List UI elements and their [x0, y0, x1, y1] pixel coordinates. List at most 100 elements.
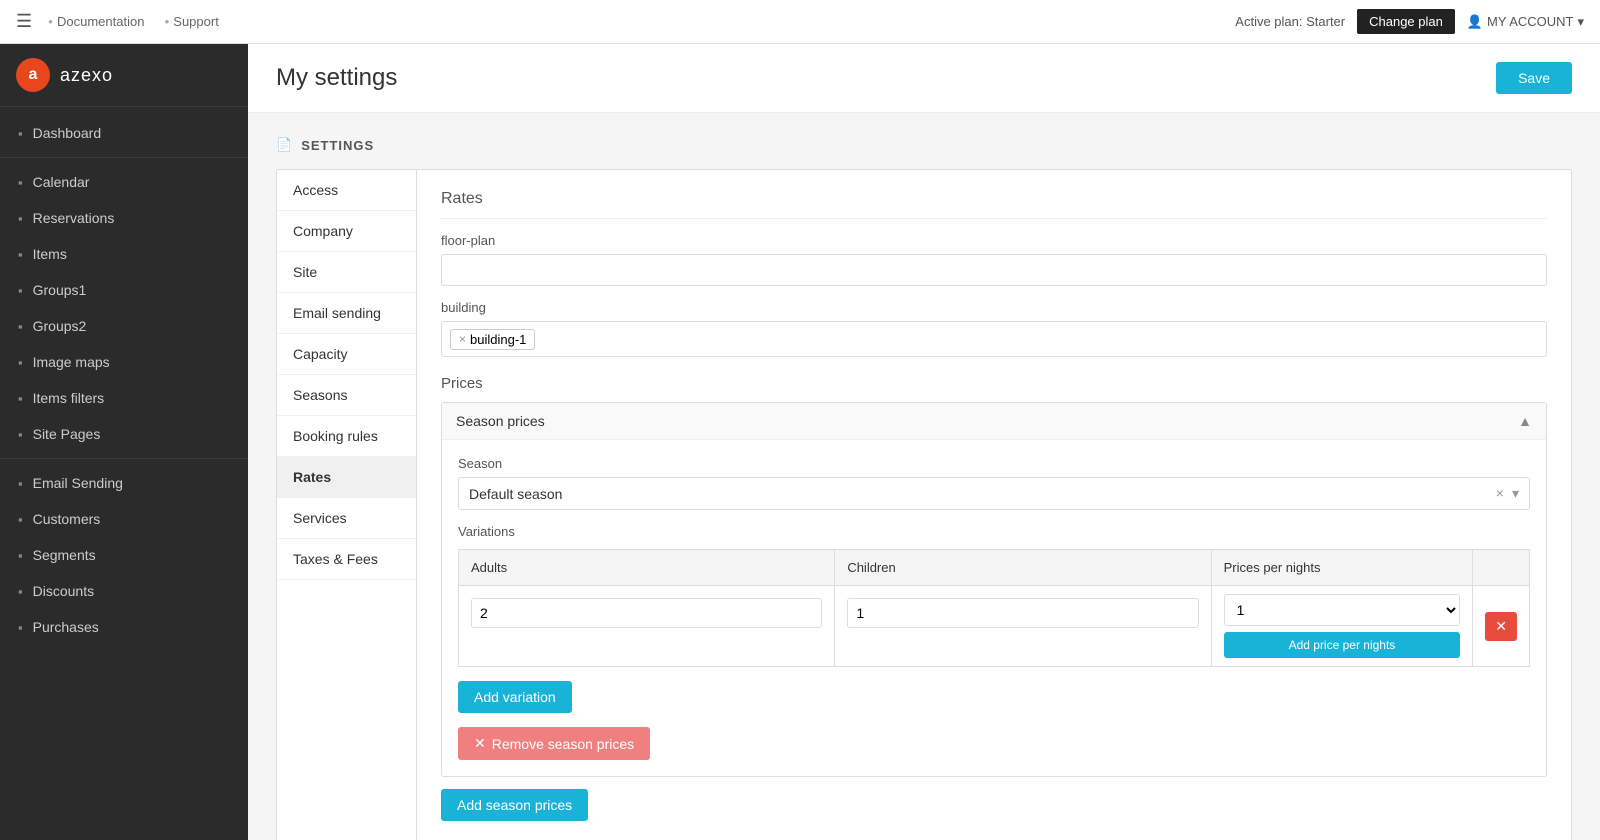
sidebar-item-segments[interactable]: ▪ Segments — [0, 537, 248, 573]
season-select-text: Default season — [469, 486, 562, 502]
season-select-controls: × ▾ — [1496, 485, 1519, 502]
sidebar-item-label: Items — [33, 246, 67, 262]
sidebar-item-label: Reservations — [33, 210, 115, 226]
accordion-body: Season Default season × ▾ — [442, 439, 1546, 776]
change-plan-button[interactable]: Change plan — [1357, 9, 1455, 34]
building-tag: × building-1 — [450, 329, 535, 350]
children-cell — [835, 586, 1211, 667]
dashboard-icon: ▪ — [18, 126, 23, 141]
col-actions — [1473, 550, 1530, 586]
x-icon: ✕ — [474, 735, 486, 752]
tag-remove-icon[interactable]: × — [459, 332, 466, 346]
settings-card: Access Company Site Email sending Capaci… — [276, 169, 1572, 840]
sidebar-item-label: Customers — [33, 511, 101, 527]
adults-cell — [459, 586, 835, 667]
delete-variation-button[interactable]: ✕ — [1485, 612, 1517, 641]
page-header: My settings Save — [248, 44, 1600, 113]
add-season-prices-button[interactable]: Add season prices — [441, 789, 588, 821]
chevron-down-icon: ▾ — [1577, 14, 1584, 30]
logo-icon: a — [16, 58, 50, 92]
sidebar-item-label: Dashboard — [33, 125, 102, 141]
account-label: MY ACCOUNT — [1487, 14, 1573, 29]
groups2-icon: ▪ — [18, 319, 23, 334]
menu-item-company[interactable]: Company — [277, 211, 416, 252]
sidebar-item-label: Email Sending — [33, 475, 123, 491]
menu-item-services[interactable]: Services — [277, 498, 416, 539]
col-prices-per-nights: Prices per nights — [1211, 550, 1473, 586]
sidebar-item-label: Discounts — [33, 583, 94, 599]
remove-season-row: ✕ Remove season prices — [458, 727, 1530, 760]
price-dropdown[interactable]: 1 2 3 — [1224, 594, 1461, 626]
sidebar-item-label: Groups1 — [33, 282, 87, 298]
documentation-link[interactable]: Documentation — [48, 14, 144, 29]
support-link[interactable]: Support — [164, 14, 218, 29]
sidebar-item-groups1[interactable]: ▪ Groups1 — [0, 272, 248, 308]
delete-cell: ✕ — [1473, 586, 1530, 667]
floor-plan-input[interactable] — [441, 254, 1547, 286]
accordion-label: Season prices — [456, 413, 545, 429]
image-maps-icon: ▪ — [18, 355, 23, 370]
building-label: building — [441, 300, 1547, 315]
prices-title: Prices — [441, 375, 1547, 392]
settings-content: Rates floor-plan building × building-1 — [417, 170, 1571, 840]
add-season-row: Add season prices — [441, 789, 1547, 821]
sidebar-item-email-sending[interactable]: ▪ Email Sending — [0, 465, 248, 501]
accordion-header[interactable]: Season prices ▲ — [442, 403, 1546, 439]
topbar-right: Active plan: Starter Change plan 👤 MY AC… — [1235, 9, 1584, 34]
page-content: 📄 SETTINGS Access Company Site Email sen… — [248, 113, 1600, 840]
season-prices-accordion: Season prices ▲ Season Default season × — [441, 402, 1547, 777]
menu-item-rates[interactable]: Rates — [277, 457, 416, 498]
menu-item-booking-rules[interactable]: Booking rules — [277, 416, 416, 457]
season-row: Season Default season × ▾ — [458, 456, 1530, 510]
my-account-link[interactable]: 👤 MY ACCOUNT ▾ — [1467, 14, 1584, 30]
add-variation-button[interactable]: Add variation — [458, 681, 572, 713]
menu-item-capacity[interactable]: Capacity — [277, 334, 416, 375]
sidebar-item-label: Image maps — [33, 354, 110, 370]
sidebar: a azexo ▪ Dashboard ▪ Calendar ▪ Reserva… — [0, 44, 248, 840]
sidebar-item-site-pages[interactable]: ▪ Site Pages — [0, 416, 248, 452]
clear-season-icon[interactable]: × — [1496, 485, 1504, 502]
action-row: Add variation — [458, 681, 1530, 713]
sidebar-item-reservations[interactable]: ▪ Reservations — [0, 200, 248, 236]
table-row: 1 2 3 Add price per nights — [459, 586, 1530, 667]
sidebar-item-groups2[interactable]: ▪ Groups2 — [0, 308, 248, 344]
items-filters-icon: ▪ — [18, 391, 23, 406]
adults-input[interactable] — [471, 598, 822, 628]
sidebar-item-label: Groups2 — [33, 318, 87, 334]
layout: a azexo ▪ Dashboard ▪ Calendar ▪ Reserva… — [0, 44, 1600, 840]
sidebar-item-dashboard[interactable]: ▪ Dashboard — [0, 115, 248, 151]
add-price-per-nights-button[interactable]: Add price per nights — [1224, 632, 1461, 658]
tag-label: building-1 — [470, 332, 526, 347]
rates-title: Rates — [441, 190, 1547, 219]
menu-item-email-sending[interactable]: Email sending — [277, 293, 416, 334]
save-button[interactable]: Save — [1496, 62, 1572, 94]
season-select[interactable]: Default season × ▾ — [458, 477, 1530, 510]
topbar-links: Documentation Support — [48, 14, 219, 29]
menu-item-taxes-fees[interactable]: Taxes & Fees — [277, 539, 416, 580]
menu-item-seasons[interactable]: Seasons — [277, 375, 416, 416]
sidebar-item-customers[interactable]: ▪ Customers — [0, 501, 248, 537]
hamburger-icon[interactable]: ☰ — [16, 11, 32, 32]
sidebar-item-purchases[interactable]: ▪ Purchases — [0, 609, 248, 645]
prices-per-nights-cell: 1 2 3 Add price per nights — [1211, 586, 1473, 667]
children-input[interactable] — [847, 598, 1198, 628]
menu-item-site[interactable]: Site — [277, 252, 416, 293]
calendar-icon: ▪ — [18, 175, 23, 190]
sidebar-item-items[interactable]: ▪ Items — [0, 236, 248, 272]
discounts-icon: ▪ — [18, 584, 23, 599]
purchases-icon: ▪ — [18, 620, 23, 635]
sidebar-logo: a azexo — [0, 44, 248, 107]
sidebar-item-image-maps[interactable]: ▪ Image maps — [0, 344, 248, 380]
settings-menu: Access Company Site Email sending Capaci… — [277, 170, 417, 840]
sidebar-item-discounts[interactable]: ▪ Discounts — [0, 573, 248, 609]
user-icon: 👤 — [1467, 14, 1483, 30]
sidebar-item-items-filters[interactable]: ▪ Items filters — [0, 380, 248, 416]
page-title: My settings — [276, 64, 397, 92]
menu-item-access[interactable]: Access — [277, 170, 416, 211]
floor-plan-group: floor-plan — [441, 233, 1547, 286]
variations-label: Variations — [458, 524, 1530, 539]
building-tag-input[interactable]: × building-1 — [441, 321, 1547, 357]
sidebar-item-calendar[interactable]: ▪ Calendar — [0, 164, 248, 200]
remove-season-prices-button[interactable]: ✕ Remove season prices — [458, 727, 650, 760]
sidebar-item-label: Items filters — [33, 390, 105, 406]
